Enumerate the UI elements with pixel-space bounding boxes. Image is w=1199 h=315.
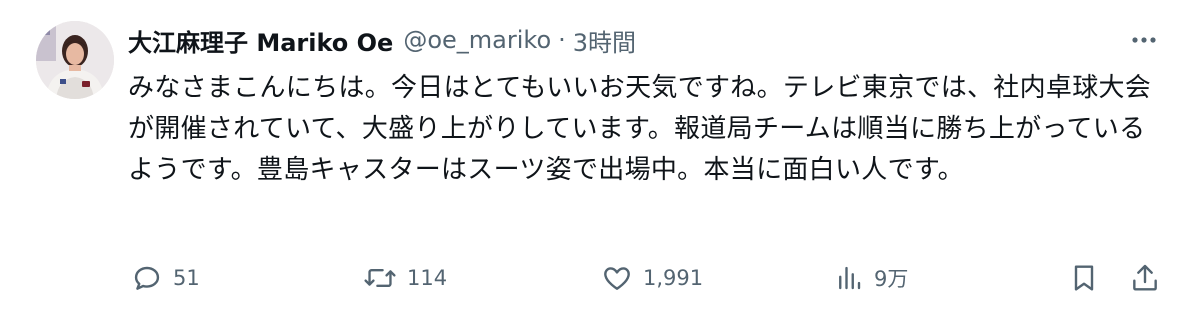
retweet-icon bbox=[363, 262, 397, 294]
more-options-button[interactable] bbox=[1126, 28, 1162, 52]
timestamp[interactable]: 3時間 bbox=[573, 23, 636, 58]
reply-button[interactable]: 51 bbox=[131, 258, 200, 298]
avatar-image bbox=[36, 21, 114, 99]
bookmark-icon bbox=[1068, 262, 1100, 294]
like-count: 1,991 bbox=[643, 266, 704, 290]
display-name[interactable]: 大江麻理子 Mariko Oe bbox=[128, 23, 393, 58]
separator-dot: · bbox=[558, 26, 566, 54]
heart-icon bbox=[601, 262, 633, 294]
tweet-card: 大江麻理子 Mariko Oe @oe_mariko · 3時間 みなさまこんに… bbox=[0, 0, 1199, 315]
share-icon bbox=[1129, 262, 1161, 294]
avatar[interactable] bbox=[36, 21, 114, 99]
share-button[interactable] bbox=[1129, 258, 1161, 298]
views-button[interactable]: 9万 bbox=[834, 258, 908, 298]
retweet-button[interactable]: 114 bbox=[363, 258, 447, 298]
tweet-text: みなさまこんにちは。今日はとてもいいお天気ですね。テレビ東京では、社内卓球大会が… bbox=[128, 73, 1152, 185]
bar-chart-icon bbox=[834, 263, 864, 293]
reply-count: 51 bbox=[173, 266, 200, 290]
retweet-count: 114 bbox=[407, 266, 448, 290]
user-handle[interactable]: @oe_mariko bbox=[403, 26, 551, 54]
view-count: 9万 bbox=[874, 267, 909, 291]
like-button[interactable]: 1,991 bbox=[601, 258, 703, 298]
action-bar: 51 114 1,991 9万 bbox=[0, 258, 1199, 298]
tweet-header: 大江麻理子 Mariko Oe @oe_mariko · 3時間 bbox=[128, 22, 636, 58]
reply-icon bbox=[131, 262, 163, 294]
more-icon bbox=[1132, 36, 1156, 44]
bookmark-button[interactable] bbox=[1068, 258, 1100, 298]
